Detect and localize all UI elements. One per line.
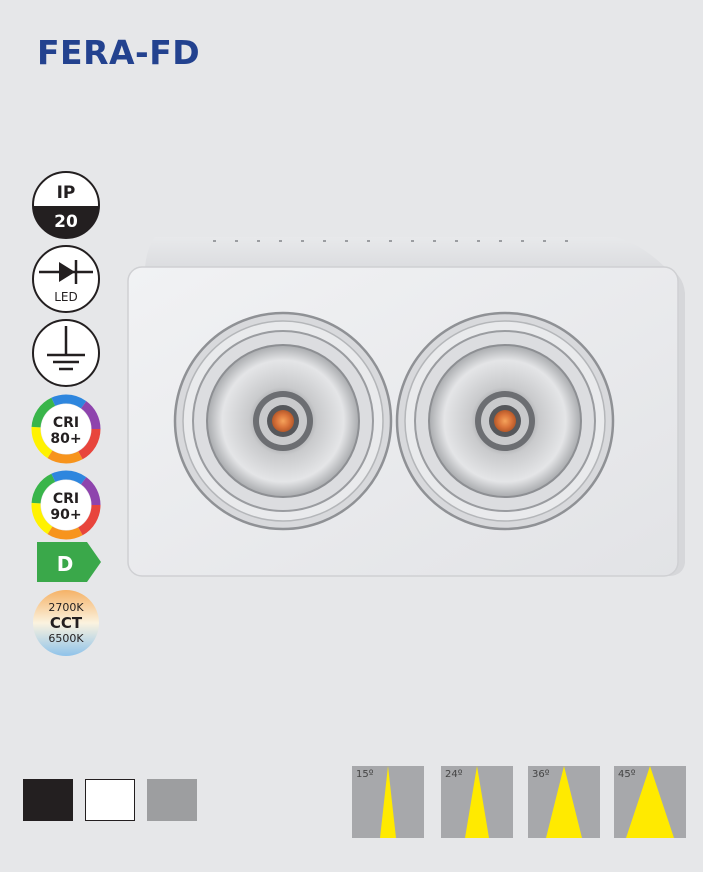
- cct-cold: 6500K: [48, 632, 84, 645]
- beam-angle-label: 45º: [618, 769, 636, 780]
- ip-bottom-text: 20: [54, 212, 78, 232]
- finish-swatch-black: [23, 779, 73, 821]
- beam-angle-label: 36º: [532, 769, 550, 780]
- right-lamp: [395, 311, 615, 531]
- led-label: LED: [54, 290, 78, 304]
- beam-angle-45: 45º: [614, 766, 686, 838]
- cri90-line2: 90+: [50, 507, 81, 523]
- beam-angle-24: 24º: [441, 766, 513, 838]
- beam-angle-15: 15º: [352, 766, 424, 838]
- cct-label: CCT: [50, 614, 83, 632]
- beam-angle-label: 24º: [445, 769, 463, 780]
- finish-swatch-white: [85, 779, 135, 821]
- beam-angle-label: 15º: [356, 769, 374, 780]
- energy-class-icon: D: [31, 540, 101, 588]
- ip-top-text: IP: [57, 183, 76, 203]
- energy-class-text: D: [57, 552, 74, 576]
- cct-warm: 2700K: [48, 601, 84, 614]
- cri-80-icon: CRI 80+: [31, 394, 101, 468]
- finish-swatch-grey: [147, 779, 197, 821]
- product-image: [125, 233, 690, 578]
- earth-ground-icon: [31, 318, 101, 392]
- cri90-line1: CRI: [53, 491, 79, 507]
- ip-rating-icon: IP 20: [31, 170, 101, 244]
- cri-90-icon: CRI 90+: [31, 470, 101, 544]
- product-title: FERA-FD: [37, 33, 201, 72]
- cct-icon: 2700K CCT 6500K: [31, 588, 101, 662]
- left-lamp: [173, 311, 393, 531]
- beam-angle-36: 36º: [528, 766, 600, 838]
- cri80-line1: CRI: [53, 415, 79, 431]
- led-diode-icon: LED: [31, 244, 101, 318]
- product-sheet: FERA-FD IP 20 LED CRI 80+ CRI 90+ D 2700…: [0, 0, 703, 872]
- cri80-line2: 80+: [50, 431, 81, 447]
